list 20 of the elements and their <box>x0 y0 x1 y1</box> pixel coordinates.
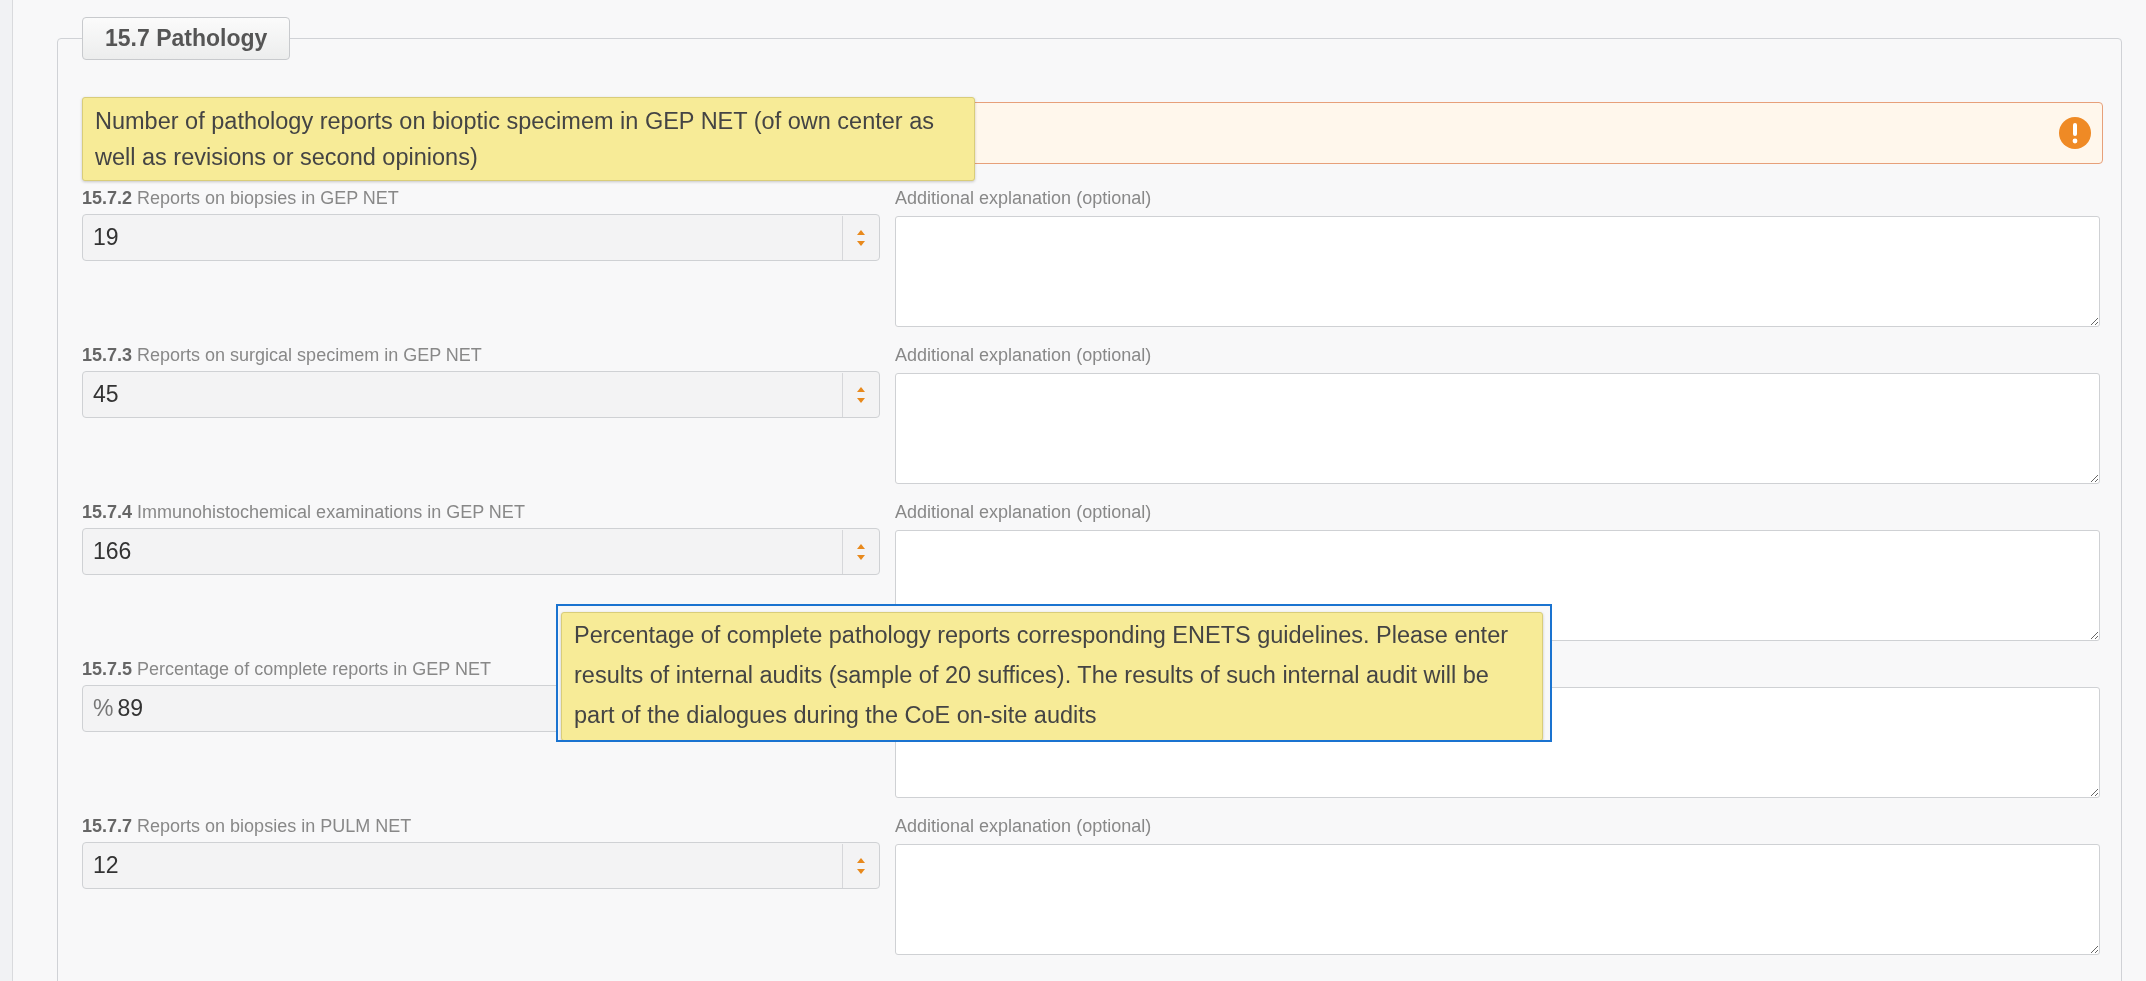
field-label: 15.7.3 Reports on surgical specimem in GEP NET <box>82 344 482 367</box>
tooltip: Percentage of complete pathology reports corresponding ENETS guidelines. Please enter results of internal audits (sample of 20 suffices). The results of such internal audit will be part of the dialogues during the CoE on-site audits <box>561 612 1543 740</box>
field-label: 15.7.5 Percentage of complete reports in GEP NET <box>82 658 491 681</box>
field-label: 15.7.2 Reports on biopsies in GEP NET <box>82 187 399 210</box>
section-title: 15.7 Pathology <box>82 17 291 60</box>
field-label: 15.7.7 Reports on biopsies in PULM NET <box>82 815 412 838</box>
number-field[interactable]: 19 <box>82 214 880 261</box>
field-label: Additional explanation (optional) <box>895 501 1152 524</box>
explanation-field[interactable] <box>895 216 2100 327</box>
field-label: Additional explanation (optional) <box>895 344 1152 367</box>
number-field[interactable]: 12 <box>82 842 880 889</box>
number-field[interactable]: 45 <box>82 371 880 418</box>
field-label: Additional explanation (optional) <box>895 187 1152 210</box>
number-field[interactable]: 166 <box>82 528 880 575</box>
tooltip: Number of pathology reports on bioptic specimem in GEP NET (of own center as well as revisions or second opinions) <box>82 97 975 181</box>
warning-icon <box>2058 116 2092 150</box>
field-label: 15.7.4 Immunohistochemical examinations in GEP NET <box>82 501 525 524</box>
explanation-field[interactable] <box>895 373 2100 484</box>
field-label: Additional explanation (optional) <box>895 815 1152 838</box>
explanation-field[interactable] <box>895 844 2100 955</box>
